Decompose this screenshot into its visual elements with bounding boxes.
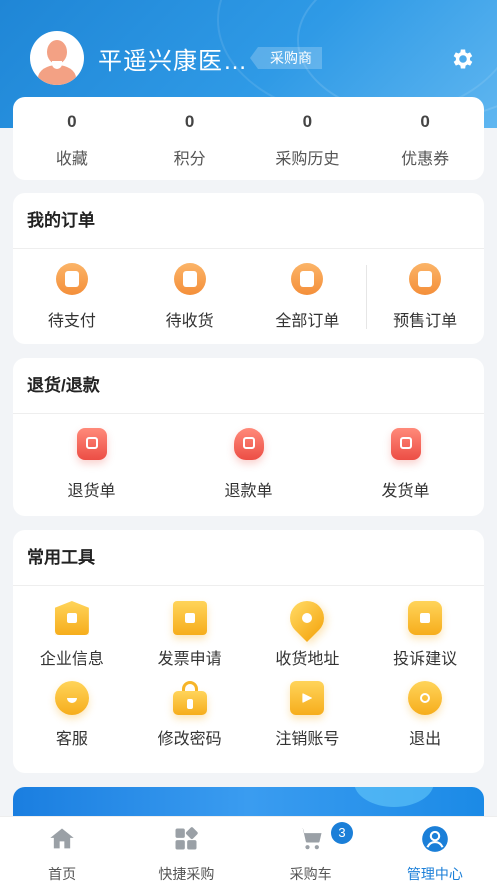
return-icon: [76, 428, 107, 460]
tool-customer-service[interactable]: 客服: [13, 678, 131, 758]
refunds-card: 退货/退款 退货单 退款单 发货单: [13, 358, 484, 516]
stat-purchase-history[interactable]: 0 采购历史: [249, 97, 367, 180]
home-icon: [50, 828, 74, 849]
clipboard-edit-icon: [390, 428, 421, 460]
stat-label: 采购历史: [275, 151, 340, 168]
order-label: 待收货: [165, 313, 214, 330]
cart-icon: [298, 828, 322, 850]
username: 平遥兴康医…: [98, 47, 248, 75]
tool-label: 发票申请: [157, 651, 222, 668]
store-icon: [54, 601, 89, 635]
tool-label: 收货地址: [275, 651, 340, 668]
orders-card: 我的订单 待支付 待收货 全部订单 预售订单: [13, 193, 484, 344]
tool-shipping-address[interactable]: 收货地址: [249, 593, 367, 678]
refund-label: 发货单: [381, 483, 430, 500]
smile-chat-icon: [54, 681, 89, 715]
package-icon: [173, 263, 206, 295]
tab-label: 采购车: [289, 866, 332, 882]
stat-label: 收藏: [55, 151, 88, 168]
orders-title: 我的订单: [13, 193, 484, 249]
refund-label: 退货单: [67, 483, 116, 500]
refund-delivery-order[interactable]: 发货单: [327, 414, 484, 514]
tab-label: 首页: [48, 866, 77, 882]
order-label: 待支付: [47, 313, 96, 330]
stat-value: 0: [420, 112, 430, 131]
tab-label: 管理中心: [406, 866, 463, 882]
role-badge: 采购商: [250, 47, 322, 69]
order-presale[interactable]: 预售订单: [366, 249, 484, 344]
tool-label: 修改密码: [157, 731, 222, 748]
tool-label: 注销账号: [275, 731, 340, 748]
chat-bubble-icon: [408, 601, 443, 635]
refund-return-order[interactable]: 退货单: [13, 414, 170, 514]
stat-value: 0: [184, 112, 195, 131]
tab-management-center[interactable]: 管理中心: [373, 817, 497, 883]
tools-title: 常用工具: [13, 530, 484, 586]
tool-label: 投诉建议: [393, 651, 458, 668]
stat-value: 0: [302, 112, 313, 131]
order-all[interactable]: 全部订单: [249, 249, 367, 344]
tool-invoice-request[interactable]: 发票申请: [131, 598, 249, 678]
tool-label: 企业信息: [39, 651, 104, 668]
order-pending-payment[interactable]: 待支付: [13, 249, 131, 344]
grid-icon: [175, 827, 199, 850]
tool-logout[interactable]: 退出: [366, 678, 484, 758]
profile-header[interactable]: 平遥兴康医… 采购商: [30, 31, 322, 85]
stat-points[interactable]: 0 积分: [131, 97, 249, 180]
refund-refund-order[interactable]: 退款单: [170, 414, 327, 514]
lock-icon: [172, 681, 207, 715]
power-icon: [408, 681, 443, 715]
cart-count-badge: 3: [331, 822, 353, 844]
exit-door-icon: [290, 681, 325, 715]
receipt-icon: [172, 601, 207, 635]
tab-quick-purchase[interactable]: 快捷采购: [124, 817, 248, 883]
wallet-icon: [55, 263, 88, 295]
tool-feedback[interactable]: 投诉建议: [366, 598, 484, 678]
stat-value: 0: [67, 112, 77, 131]
stat-label: 积分: [173, 151, 206, 168]
order-label: 预售订单: [393, 313, 458, 330]
gear-icon[interactable]: [450, 46, 476, 72]
stat-label: 优惠券: [401, 151, 450, 168]
tab-cart[interactable]: 采购车: [249, 817, 373, 883]
tool-label: 客服: [55, 731, 88, 748]
money-bag-icon: [233, 428, 264, 460]
order-pending-receipt[interactable]: 待收货: [131, 249, 249, 344]
user-circle-icon: [422, 826, 448, 852]
refunds-title: 退货/退款: [13, 358, 484, 414]
tool-change-password[interactable]: 修改密码: [131, 678, 249, 758]
location-pin-icon: [283, 593, 332, 643]
tab-label: 快捷采购: [158, 866, 215, 882]
bottom-tabbar: 首页 快捷采购 采购车 管理中心: [0, 816, 497, 883]
tool-company-info[interactable]: 企业信息: [13, 598, 131, 678]
tool-label: 退出: [409, 731, 442, 748]
stat-favorites[interactable]: 0 收藏: [13, 97, 131, 180]
tools-card: 常用工具 企业信息 发票申请 收货地址 投诉建议 客服 修改密码 注销账号 退出: [13, 530, 484, 773]
refund-label: 退款单: [224, 483, 273, 500]
order-label: 全部订单: [275, 313, 340, 330]
calendar-clock-icon: [409, 263, 442, 295]
tab-home[interactable]: 首页: [0, 817, 124, 883]
stats-card: 0 收藏 0 积分 0 采购历史 0 优惠券: [13, 97, 484, 180]
stat-coupons[interactable]: 0 优惠券: [366, 97, 484, 180]
tool-deactivate-account[interactable]: 注销账号: [249, 678, 367, 758]
avatar[interactable]: [30, 31, 84, 85]
document-icon: [291, 263, 324, 295]
